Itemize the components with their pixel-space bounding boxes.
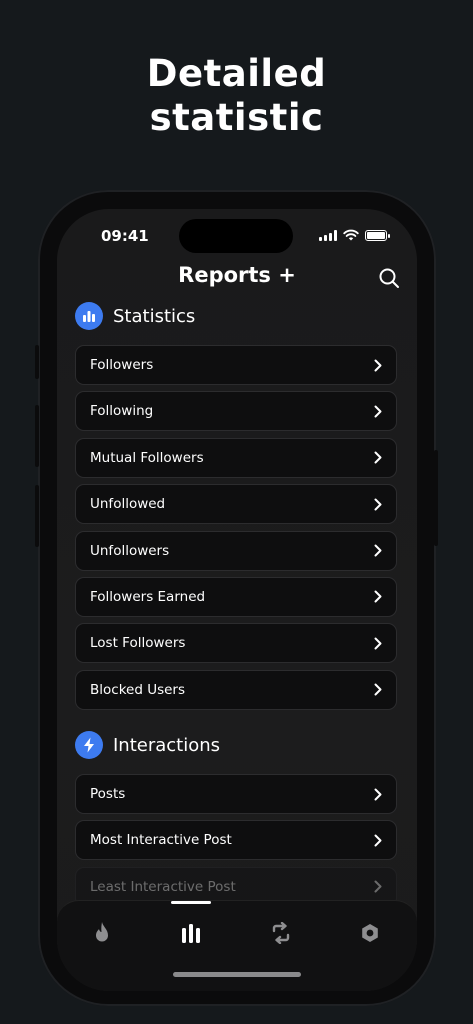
list-item-following[interactable]: Following [75, 391, 397, 432]
list-item-label: Posts [90, 786, 126, 802]
cellular-signal-icon [319, 229, 337, 241]
settings-icon [362, 924, 378, 942]
tab-reports[interactable] [171, 915, 211, 951]
statistics-section-header: Statistics [75, 302, 195, 330]
promo-headline: Detailed statistic [0, 52, 473, 140]
battery-icon [365, 229, 390, 241]
tab-selected-indicator [171, 901, 211, 904]
headline-line-1: Detailed [146, 52, 327, 95]
list-item-label: Lost Followers [90, 635, 186, 652]
wifi-icon [343, 229, 359, 241]
list-item-unfollowed[interactable]: Unfollowed [75, 484, 397, 525]
list-item-followers-earned[interactable]: Followers Earned [75, 576, 397, 617]
chevron-right-icon [374, 637, 382, 650]
list-item-most-interactive-post[interactable]: Most Interactive Post [75, 820, 397, 861]
status-icons [319, 229, 390, 241]
interactions-section-header: Interactions [75, 731, 220, 759]
chevron-right-icon [374, 498, 382, 511]
list-item-label: Followers [90, 357, 154, 373]
app-screen: 09:41 Reports + Statistics Followers Fol… [57, 209, 417, 991]
list-item-label: Unfollowed [90, 496, 166, 513]
search-icon[interactable] [377, 266, 401, 290]
home-indicator [173, 972, 301, 977]
list-item-posts[interactable]: Posts [75, 774, 397, 814]
tab-repost[interactable] [261, 915, 301, 951]
page-title: Reports + [178, 263, 296, 287]
dynamic-island [179, 219, 293, 253]
list-item-followers[interactable]: Followers [75, 345, 397, 385]
phone-side-button [35, 485, 39, 547]
list-item-lost-followers[interactable]: Lost Followers [75, 623, 397, 664]
chevron-right-icon [374, 590, 382, 603]
list-item-label: Least Interactive Post [90, 878, 236, 895]
chevron-right-icon [374, 880, 382, 893]
statistics-list: Followers Following Mutual Followers Unf… [75, 345, 397, 716]
bar-chart-icon [182, 924, 200, 943]
chevron-right-icon [374, 544, 382, 557]
status-time: 09:41 [101, 227, 149, 245]
section-title: Statistics [113, 305, 196, 327]
list-item-label: Following [90, 403, 154, 420]
list-item-blocked-users[interactable]: Blocked Users [75, 669, 397, 710]
list-item-label: Most Interactive Post [90, 832, 232, 849]
chevron-right-icon [374, 405, 382, 418]
chevron-right-icon [374, 359, 382, 371]
chevron-right-icon [374, 834, 382, 847]
phone-side-button [35, 405, 39, 467]
tab-bar [57, 900, 417, 991]
interactions-list: Posts Most Interactive Post Least Intera… [75, 774, 397, 913]
chevron-right-icon [374, 788, 382, 800]
flame-icon [96, 922, 108, 942]
tab-settings[interactable] [350, 915, 390, 951]
list-item-label: Blocked Users [90, 681, 186, 698]
phone-side-button [35, 345, 39, 379]
list-item-label: Mutual Followers [90, 449, 204, 466]
lightning-icon [75, 731, 103, 759]
list-item-mutual-followers[interactable]: Mutual Followers [75, 437, 397, 478]
phone-side-button [434, 450, 438, 546]
section-title: Interactions [113, 734, 221, 756]
bar-chart-icon [75, 302, 103, 330]
list-item-label: Followers Earned [90, 588, 206, 605]
chevron-right-icon [374, 451, 382, 464]
list-item-label: Unfollowers [90, 542, 170, 559]
chevron-right-icon [374, 683, 382, 696]
repost-icon [272, 922, 290, 944]
tab-trending[interactable] [82, 915, 122, 951]
headline-line-2: statistic [149, 96, 324, 139]
list-item-unfollowers[interactable]: Unfollowers [75, 530, 397, 571]
